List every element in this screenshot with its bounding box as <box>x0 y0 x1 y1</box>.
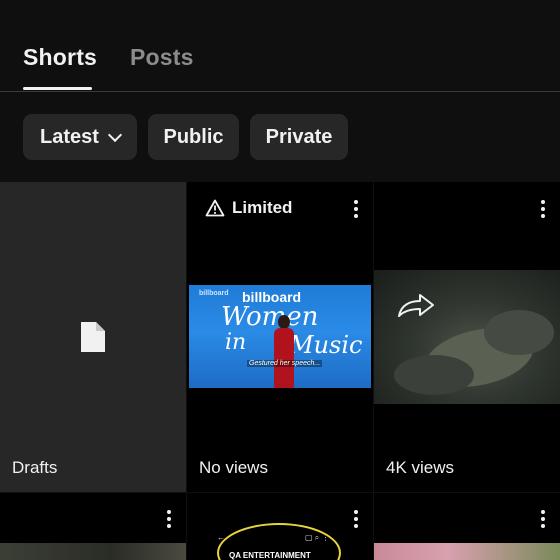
filter-private-chip[interactable]: Private <box>250 114 348 160</box>
views-count: 4K views <box>386 458 455 477</box>
thumb-logo: billboard <box>199 290 229 297</box>
video-thumbnail: billboard billboard Women in Music Gestu… <box>189 285 371 388</box>
shorts-screen: Shorts Posts Latest Public Private Draft… <box>0 0 560 560</box>
short-tile[interactable] <box>0 493 186 560</box>
share-arrow-icon <box>398 294 434 317</box>
video-thumbnail <box>0 543 186 560</box>
short-tile[interactable]: Limited billboard billboard Women in Mus… <box>187 182 373 492</box>
more-options-icon[interactable] <box>541 200 545 218</box>
sort-latest-label: Latest <box>40 125 99 148</box>
thumb-person <box>271 315 297 388</box>
filter-private-label: Private <box>265 125 333 148</box>
sort-latest-chip[interactable]: Latest <box>23 114 137 160</box>
video-thumbnail <box>374 270 560 404</box>
video-thumbnail <box>374 543 560 560</box>
views-count: No views <box>199 458 268 477</box>
short-tile[interactable]: 4K views <box>374 182 560 492</box>
tab-posts[interactable]: Posts <box>130 44 194 71</box>
warning-icon <box>205 199 225 217</box>
filter-public-label: Public <box>163 125 224 148</box>
chevron-down-icon <box>107 127 123 143</box>
drafts-tile[interactable]: Drafts <box>0 182 186 492</box>
thumb-line3: Music <box>289 331 363 359</box>
video-thumbnail: ← ▢ ⌕ ⋮ QA ENTERTAINMENT <box>187 493 373 560</box>
short-tile[interactable]: ← ▢ ⌕ ⋮ QA ENTERTAINMENT <box>187 493 373 560</box>
short-tile[interactable] <box>374 493 560 560</box>
status-label: Limited <box>232 198 293 217</box>
filter-public-chip[interactable]: Public <box>148 114 239 160</box>
thumb-line1: Women <box>221 302 319 332</box>
more-options-icon[interactable] <box>354 510 358 528</box>
more-options-icon[interactable] <box>167 510 171 528</box>
thumb-line2: in <box>225 330 247 355</box>
more-options-icon[interactable] <box>354 200 358 218</box>
active-tab-indicator <box>23 87 92 90</box>
tab-shorts[interactable]: Shorts <box>23 44 97 71</box>
document-icon <box>81 322 105 352</box>
thumb-subtitle: Gestured her speech... <box>247 360 323 367</box>
status-badge: Limited <box>205 198 292 218</box>
thumb-banner: QA ENTERTAINMENT <box>229 551 311 560</box>
tab-bar: Shorts Posts <box>0 0 560 92</box>
more-options-icon[interactable] <box>541 510 545 528</box>
drafts-label: Drafts <box>12 458 58 477</box>
